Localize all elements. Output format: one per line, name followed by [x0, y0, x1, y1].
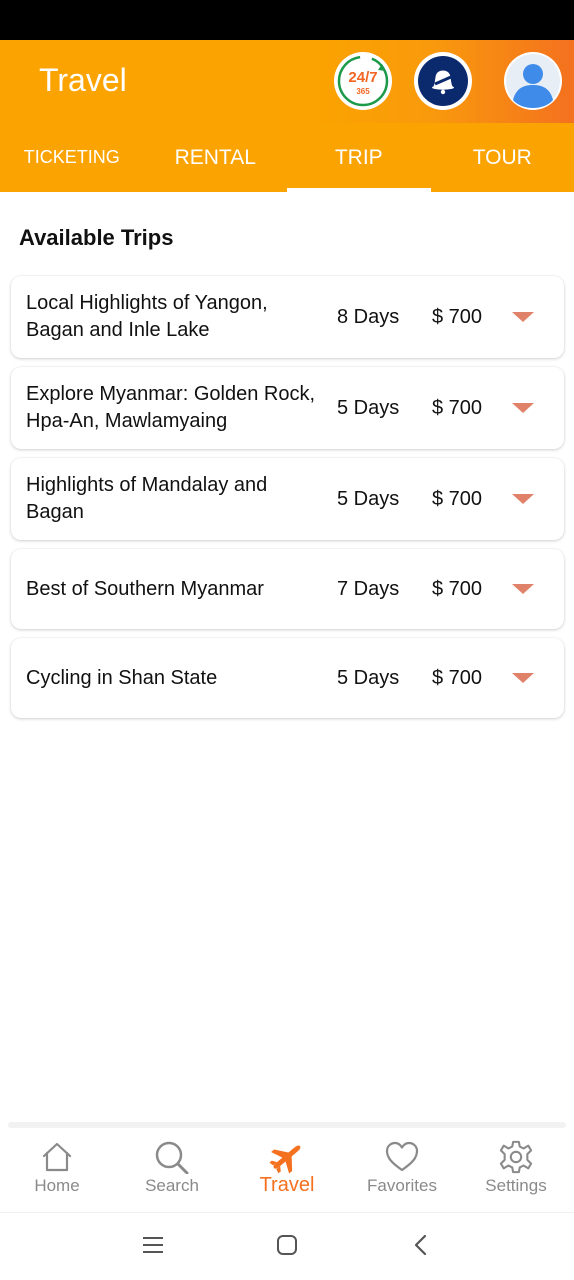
trip-name: Explore Myanmar: Golden Rock, Hpa-An, Ma… — [26, 383, 316, 432]
trip-card[interactable]: Cycling in Shan State 5 Days $ 700 — [11, 638, 564, 718]
trip-price: $ 700 — [432, 305, 483, 328]
trip-name: Highlights of Mandalay and Bagan — [26, 474, 268, 523]
trip-name: Local Highlights of Yangon, Bagan and In… — [26, 292, 268, 341]
avatar[interactable] — [504, 52, 562, 110]
app-header: Travel 24/7 365 — [0, 40, 574, 123]
top-tabs: TICKETING RENTAL TRIP TOUR — [0, 123, 574, 192]
bottom-nav: Home Search Travel Favorites Settings — [0, 1122, 574, 1212]
trip-price: $ 700 — [432, 577, 483, 600]
support-247-icon: 24/7 365 — [337, 55, 389, 107]
expand-caret-icon[interactable] — [512, 312, 534, 322]
tab-tour[interactable]: TOUR — [431, 123, 574, 192]
expand-caret-icon[interactable] — [512, 403, 534, 413]
trip-price: $ 700 — [432, 487, 483, 510]
expand-caret-icon[interactable] — [512, 494, 534, 504]
status-bar — [0, 0, 574, 40]
expand-caret-icon[interactable] — [512, 673, 534, 683]
trip-duration: 5 Days — [337, 666, 400, 689]
support-247-button[interactable]: 24/7 365 — [334, 52, 392, 110]
home-button-icon[interactable] — [276, 1233, 298, 1257]
nav-label: Search — [145, 1176, 199, 1195]
trip-duration: 7 Days — [337, 577, 400, 600]
heart-icon — [385, 1141, 419, 1172]
trip-card[interactable]: Best of Southern Myanmar 7 Days $ 700 — [11, 549, 564, 629]
notifications-button[interactable] — [414, 52, 472, 110]
section-title: Available Trips — [19, 225, 174, 250]
tab-rental[interactable]: RENTAL — [144, 123, 288, 192]
nav-search[interactable]: Search — [115, 1140, 229, 1196]
svg-text:24/7: 24/7 — [348, 69, 377, 86]
nav-home[interactable]: Home — [0, 1140, 114, 1196]
nav-label: Favorites — [367, 1176, 437, 1195]
trip-duration: 5 Days — [337, 487, 400, 510]
divider — [8, 1122, 566, 1128]
nav-label: Travel — [259, 1174, 315, 1196]
trip-card[interactable]: Explore Myanmar: Golden Rock, Hpa-An, Ma… — [11, 367, 564, 449]
trip-name: Cycling in Shan State — [26, 666, 218, 689]
recent-apps-icon[interactable] — [141, 1233, 165, 1257]
trip-name: Best of Southern Myanmar — [26, 577, 264, 600]
trip-duration: 5 Days — [337, 396, 400, 419]
trip-card[interactable]: Local Highlights of Yangon, Bagan and In… — [11, 276, 564, 358]
trip-duration: 8 Days — [337, 305, 400, 328]
nav-label: Home — [34, 1176, 80, 1195]
nav-travel[interactable]: Travel — [230, 1140, 344, 1197]
tab-trip[interactable]: TRIP — [287, 123, 431, 192]
expand-caret-icon[interactable] — [512, 584, 534, 594]
page-title: Travel — [39, 62, 127, 98]
nav-settings[interactable]: Settings — [459, 1140, 573, 1196]
trip-price: $ 700 — [432, 396, 483, 419]
gear-icon — [499, 1140, 533, 1174]
system-nav-bar — [0, 1212, 574, 1280]
back-icon[interactable] — [410, 1233, 432, 1257]
trip-card[interactable]: Highlights of Mandalay and Bagan 5 Days … — [11, 458, 564, 540]
trip-price: $ 700 — [432, 666, 483, 689]
trip-list: Local Highlights of Yangon, Bagan and In… — [11, 276, 564, 727]
tab-ticketing[interactable]: TICKETING — [0, 123, 144, 192]
bell-icon — [418, 56, 468, 106]
svg-text:365: 365 — [356, 87, 370, 96]
search-icon — [155, 1141, 189, 1174]
nav-label: Settings — [485, 1176, 547, 1195]
airplane-icon — [269, 1145, 301, 1174]
nav-favorites[interactable]: Favorites — [345, 1140, 459, 1196]
home-icon — [42, 1142, 72, 1172]
user-icon — [505, 53, 561, 109]
